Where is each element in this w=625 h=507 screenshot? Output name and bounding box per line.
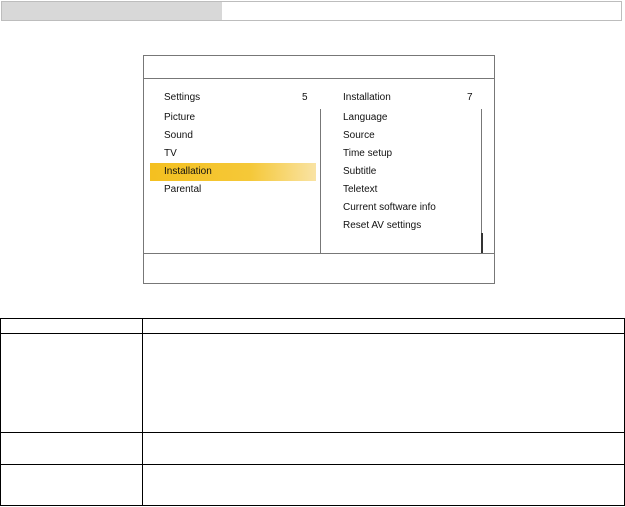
description-table	[0, 318, 625, 506]
menu-item-teletext[interactable]: Teletext	[343, 181, 479, 199]
menu-item-installation[interactable]: Installation	[150, 163, 316, 181]
tv-osd-screen: Settings 5 Installation 7 Picture Sound …	[143, 55, 495, 284]
settings-menu-title: Settings	[164, 92, 201, 103]
menu-item-sound[interactable]: Sound	[150, 127, 316, 145]
table-cell	[142, 464, 625, 506]
osd-panel-divider	[320, 109, 321, 253]
table-row	[0, 432, 625, 465]
menu-item-parental[interactable]: Parental	[150, 181, 316, 199]
table-cell	[142, 333, 625, 433]
menu-item-time-setup[interactable]: Time setup	[343, 145, 479, 163]
osd-scrollbar-thumb[interactable]	[481, 233, 483, 253]
table-cell	[0, 318, 143, 334]
top-progress-fill	[2, 2, 222, 20]
menu-item-source[interactable]: Source	[343, 127, 479, 145]
installation-menu-title: Installation	[343, 92, 391, 103]
menu-item-picture[interactable]: Picture	[150, 109, 316, 127]
settings-menu-count: 5	[302, 92, 308, 103]
installation-menu-count: 7	[467, 92, 473, 103]
top-progress-bar	[1, 1, 622, 21]
menu-item-reset-av-settings[interactable]: Reset AV settings	[343, 217, 479, 235]
osd-scrollbar-track	[482, 109, 485, 233]
osd-header-divider	[144, 78, 494, 79]
menu-item-subtitle[interactable]: Subtitle	[343, 163, 479, 181]
table-cell	[0, 333, 143, 433]
menu-item-current-software-info[interactable]: Current software info	[343, 199, 479, 217]
menu-item-tv[interactable]: TV	[150, 145, 316, 163]
osd-scrollbar[interactable]	[481, 109, 485, 253]
table-row	[0, 464, 625, 506]
settings-menu-list: Picture Sound TV Installation Parental	[150, 109, 316, 199]
table-cell	[0, 464, 143, 506]
table-cell	[0, 432, 143, 465]
osd-footer-divider	[144, 253, 494, 254]
table-row	[0, 318, 625, 334]
table-row	[0, 333, 625, 433]
table-cell	[142, 432, 625, 465]
menu-item-language[interactable]: Language	[343, 109, 479, 127]
table-cell	[142, 318, 625, 334]
installation-menu-list: Language Source Time setup Subtitle Tele…	[343, 109, 479, 235]
